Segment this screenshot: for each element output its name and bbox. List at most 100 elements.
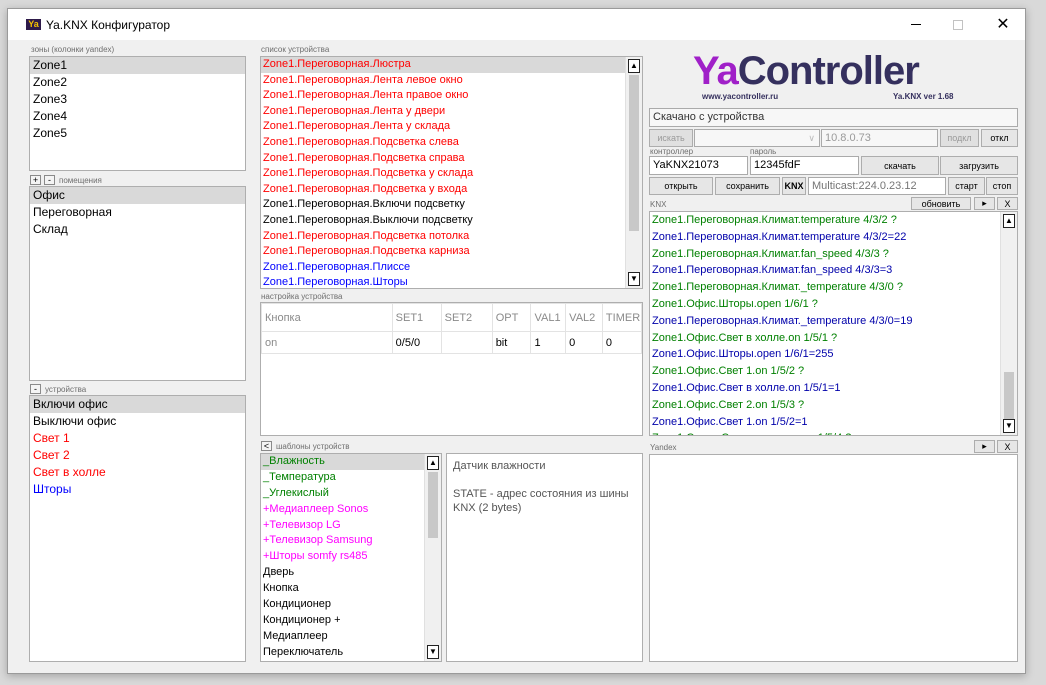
scroll-thumb[interactable] (1004, 372, 1014, 420)
device-item[interactable]: Свет 1 (30, 430, 245, 447)
collapse-templates-button[interactable]: < (261, 441, 272, 451)
knx-log-line[interactable]: Zone1.Офис.Шторы.open 1/6/1 ? (650, 296, 1000, 313)
minimize-button[interactable] (896, 9, 936, 40)
template-item[interactable]: +Медиаплеер Sonos (261, 502, 424, 518)
multicast-input[interactable] (808, 177, 946, 195)
knx-log-line[interactable]: Zone1.Офис.Свет 1.on 1/5/2 ? (650, 363, 1000, 380)
connect-button[interactable]: подкл (940, 129, 979, 147)
knx-button[interactable]: KNX (782, 177, 806, 195)
download-button[interactable]: скачать (861, 156, 939, 175)
ip-field[interactable]: 10.8.0.73 (821, 129, 938, 147)
room-item[interactable]: Склад (30, 221, 245, 238)
device-list-item[interactable]: Zone1.Переговорная.Подсветка справа (261, 151, 625, 167)
knx-log-line[interactable]: Zone1.Офис.Свет в холле.on 1/5/1=1 (650, 380, 1000, 397)
column-header[interactable]: TIMER (601, 303, 642, 332)
column-header[interactable]: OPT (491, 303, 532, 332)
table-cell[interactable]: bit (491, 331, 532, 354)
device-list-item[interactable]: Zone1.Переговорная.Шторы (261, 275, 625, 288)
knx-log-line[interactable]: Zone1.Офис.Шторы.open 1/6/1=255 (650, 346, 1000, 363)
knx-log-line[interactable]: Zone1.Переговорная.Климат.temperature 4/… (650, 229, 1000, 246)
device-list-item[interactable]: Zone1.Переговорная.Включи подсветку (261, 197, 625, 213)
zone-item[interactable]: Zone4 (30, 108, 245, 125)
column-header[interactable]: VAL2 (565, 303, 603, 332)
knx-log-line[interactable]: Zone1.Переговорная.Климат.temperature 4/… (650, 212, 1000, 229)
scroll-up-icon[interactable]: ▲ (427, 456, 439, 470)
device-list-item[interactable]: Zone1.Переговорная.Подсветка потолка (261, 229, 625, 245)
template-item[interactable]: _Температура (261, 470, 424, 486)
disconnect-button[interactable]: откл (981, 129, 1018, 147)
device-list-item[interactable]: Zone1.Переговорная.Плиссе (261, 260, 625, 276)
zone-item[interactable]: Zone1 (30, 57, 245, 74)
scroll-thumb[interactable] (629, 75, 639, 231)
open-button[interactable]: открыть (649, 177, 713, 195)
scroll-thumb[interactable] (428, 472, 438, 538)
add-room-button[interactable]: + (30, 175, 41, 185)
template-item[interactable]: +Телевизор Samsung (261, 533, 424, 549)
yandex-play-button[interactable]: ▸ (974, 440, 995, 453)
templates-list[interactable]: _Влажность _Температура _Углекислый +Медиап… (260, 453, 442, 662)
template-item[interactable]: _Влажность (261, 454, 424, 470)
upload-button[interactable]: загрузить (940, 156, 1018, 175)
device-list-item[interactable]: Zone1.Переговорная.Лента у двери (261, 104, 625, 120)
knx-play-button[interactable]: ▸ (974, 197, 995, 210)
knx-clear-button[interactable]: X (997, 197, 1018, 210)
device-list-item[interactable]: Zone1.Переговорная.Выключи подсветку (261, 213, 625, 229)
template-item[interactable]: Медиаплеер (261, 629, 424, 645)
scroll-down-icon[interactable]: ▼ (628, 272, 640, 286)
controller-field[interactable]: YaKNX21073 (649, 156, 748, 175)
template-item[interactable]: Кондиционер (261, 597, 424, 613)
template-item[interactable]: _Углекислый (261, 486, 424, 502)
device-list-item[interactable]: Zone1.Переговорная.Подсветка карниза (261, 244, 625, 260)
rooms-list[interactable]: Офис Переговорная Склад (29, 186, 246, 381)
device-item[interactable]: Свет 2 (30, 447, 245, 464)
knx-log-line[interactable]: Zone1.Офис.Свет в холле.on 1/5/1 ? (650, 330, 1000, 347)
table-row[interactable]: on 0/5/0 bit 1 0 0 (261, 331, 642, 354)
template-item[interactable]: Кондиционер + (261, 613, 424, 629)
zones-list[interactable]: Zone1 Zone2 Zone3 Zone4 Zone5 (29, 56, 246, 171)
template-item[interactable]: +Телевизор LG (261, 518, 424, 534)
device-list-item[interactable]: Zone1.Переговорная.Подсветка слева (261, 135, 625, 151)
maximize-button[interactable] (938, 9, 978, 40)
start-button[interactable]: старт (948, 177, 985, 195)
device-list-item[interactable]: Zone1.Переговорная.Люстра (261, 57, 625, 73)
scroll-down-icon[interactable]: ▼ (1003, 419, 1015, 433)
device-select[interactable]: ∨ (694, 129, 820, 147)
device-list-item[interactable]: Zone1.Переговорная.Лента левое окно (261, 73, 625, 89)
room-item[interactable]: Переговорная (30, 204, 245, 221)
save-button[interactable]: сохранить (715, 177, 780, 195)
table-cell[interactable] (440, 331, 493, 354)
template-item[interactable]: Дверь (261, 565, 424, 581)
knx-log-line[interactable]: Zone1.Склад.Свет на складе.on 1/5/4 ? (650, 430, 1000, 435)
template-item[interactable]: Переключатель (261, 645, 424, 661)
knx-log-line[interactable]: Zone1.Переговорная.Климат._temperature 4… (650, 279, 1000, 296)
knx-log-line[interactable]: Zone1.Офис.Свет 2.on 1/5/3 ? (650, 397, 1000, 414)
table-cell[interactable]: 0 (565, 331, 603, 354)
table-cell[interactable]: on (261, 331, 393, 354)
scroll-down-icon[interactable]: ▼ (427, 645, 439, 659)
device-item[interactable]: Шторы (30, 481, 245, 498)
knx-log-line[interactable]: Zone1.Переговорная.Климат.fan_speed 4/3/… (650, 246, 1000, 263)
scroll-up-icon[interactable]: ▲ (1003, 214, 1015, 228)
knx-log-line[interactable]: Zone1.Переговорная.Климат.fan_speed 4/3/… (650, 262, 1000, 279)
table-cell[interactable]: 0 (601, 331, 642, 354)
yandex-clear-button[interactable]: X (997, 440, 1018, 453)
device-list-item[interactable]: Zone1.Переговорная.Подсветка у входа (261, 182, 625, 198)
room-item[interactable]: Офис (30, 187, 245, 204)
yandex-log[interactable] (649, 454, 1018, 662)
zone-item[interactable]: Zone5 (30, 125, 245, 142)
column-header[interactable]: SET1 (391, 303, 442, 332)
knx-log[interactable]: Zone1.Переговорная.Климат.temperature 4/… (649, 211, 1018, 436)
zone-item[interactable]: Zone2 (30, 74, 245, 91)
template-item[interactable]: Кнопка (261, 581, 424, 597)
table-cell[interactable]: 0/5/0 (391, 331, 442, 354)
devices-list[interactable]: Включи офис Выключи офис Свет 1 Свет 2 Свет … (29, 395, 246, 662)
device-list-item[interactable]: Zone1.Переговорная.Подсветка у склада (261, 166, 625, 182)
device-list[interactable]: Zone1.Переговорная.Люстра Zone1.Переговор… (260, 56, 643, 289)
column-header[interactable]: SET2 (440, 303, 493, 332)
remove-room-button[interactable]: - (44, 175, 55, 185)
device-list-item[interactable]: Zone1.Переговорная.Лента у склада (261, 119, 625, 135)
search-button[interactable]: искать (649, 129, 693, 147)
device-item[interactable]: Выключи офис (30, 413, 245, 430)
knx-log-line[interactable]: Zone1.Офис.Свет 1.on 1/5/2=1 (650, 414, 1000, 431)
remove-device-button[interactable]: - (30, 384, 41, 394)
